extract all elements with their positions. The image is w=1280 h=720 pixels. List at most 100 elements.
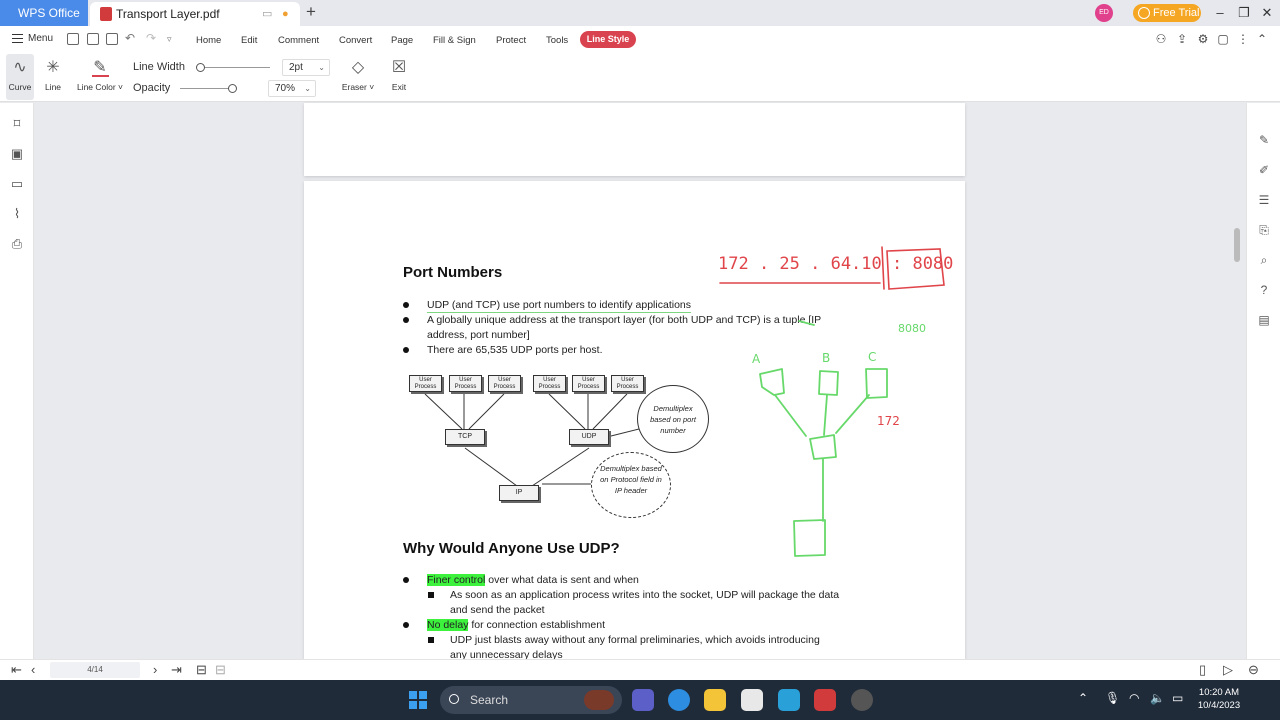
windows-taskbar: Search ⌃ 🎙 ◠ 🔈 ▭ 10:20 AM 10/4/2023 <box>0 680 1280 720</box>
line-width-dropdown[interactable]: 2pt ⌄ <box>282 59 330 76</box>
store-icon[interactable] <box>741 689 763 711</box>
free-trial-button[interactable]: Free Trial <box>1133 4 1201 22</box>
line-icon: ✳ <box>46 59 60 76</box>
edge-icon[interactable] <box>668 689 690 711</box>
menu-tools[interactable]: Tools <box>546 35 568 46</box>
menu-button[interactable]: Menu <box>12 33 53 44</box>
first-page-icon[interactable]: ⇤ <box>11 662 22 678</box>
document-tab[interactable]: Transport Layer.pdf ▭ ● <box>90 2 300 26</box>
unsaved-dot-icon[interactable]: ● <box>282 2 289 26</box>
user-process-box: User Process <box>409 375 442 392</box>
teams-icon[interactable] <box>632 689 654 711</box>
search-doc-icon[interactable]: ⌕ <box>1257 253 1271 267</box>
collaborate-icon[interactable]: ⚇ <box>1154 32 1168 46</box>
menu-page[interactable]: Page <box>391 35 413 46</box>
new-tab-plus-icon[interactable]: + <box>306 2 316 22</box>
menu-bar: Menu ↶ ↷ ▿ Home Edit Comment Convert Pag… <box>0 26 1280 54</box>
previous-page <box>304 103 965 176</box>
prev-page-icon[interactable]: ‹ <box>31 662 35 677</box>
line-tool[interactable]: ✳ Line <box>39 54 67 100</box>
user-process-box: User Process <box>533 375 566 392</box>
opacity-dropdown[interactable]: 70% ⌄ <box>268 80 316 97</box>
menu-line-style[interactable]: Line Style <box>580 31 636 48</box>
tray-expand-icon[interactable]: ⌃ <box>1078 691 1088 705</box>
file-explorer-icon[interactable] <box>704 689 726 711</box>
bullet-dot <box>403 317 409 323</box>
menu-edit[interactable]: Edit <box>241 35 257 46</box>
exit-tool[interactable]: ☒ Exit <box>386 54 412 100</box>
menu-home[interactable]: Home <box>196 35 221 46</box>
thumbnail-icon[interactable]: ▣ <box>10 147 24 161</box>
win-tile <box>419 691 427 699</box>
page-number-input[interactable]: 4/14 <box>50 662 140 678</box>
bullet-text: No delay for connection establishment <box>427 618 605 632</box>
line-color-tool[interactable]: ✎ Line Color ˅ <box>74 54 126 100</box>
restore-icon[interactable]: ❐ <box>1234 3 1254 23</box>
eraser-tool[interactable]: ◇ Eraser ˅ <box>338 54 378 100</box>
scrollbar-thumb[interactable] <box>1234 228 1240 262</box>
annotate-pen-icon[interactable]: ✐ <box>1257 163 1271 177</box>
line-width-slider-knob[interactable] <box>196 63 205 72</box>
play-icon[interactable]: ▷ <box>1223 662 1233 678</box>
exit-icon: ☒ <box>391 59 407 76</box>
ink-port-note: 8080 <box>898 322 926 335</box>
more-icon[interactable]: ⋮ <box>1236 32 1250 46</box>
bookmark-icon[interactable]: ⌑ <box>10 117 24 131</box>
customize-chevron-icon[interactable]: ▿ <box>167 34 172 45</box>
help-icon[interactable]: ? <box>1257 283 1271 297</box>
forward-icon[interactable]: ⊟ <box>215 662 226 678</box>
save-icon[interactable] <box>87 33 99 45</box>
vertical-scrollbar[interactable] <box>1233 103 1245 659</box>
menu-convert[interactable]: Convert <box>339 35 372 46</box>
right-sidebar: ✎ ✐ ☰ ⎘ ⌕ ? ▤ <box>1246 103 1280 659</box>
wps-office-tab[interactable]: WPS Office <box>0 0 88 26</box>
menu-protect[interactable]: Protect <box>496 35 526 46</box>
wifi-icon[interactable]: ◠ <box>1129 691 1139 705</box>
back-icon[interactable]: ⊟ <box>196 662 207 678</box>
search-icon <box>449 694 459 704</box>
wps-icon[interactable] <box>814 689 836 711</box>
open-folder-icon[interactable] <box>67 33 79 45</box>
share-icon[interactable]: ⇪ <box>1175 32 1189 46</box>
last-page-icon[interactable]: ⇥ <box>171 662 182 678</box>
sub-bullet-square <box>428 637 434 643</box>
redo-icon[interactable]: ↷ <box>146 31 156 45</box>
undo-icon[interactable]: ↶ <box>125 31 135 45</box>
close-icon[interactable]: ✕ <box>1257 3 1277 23</box>
taskbar-search[interactable]: Search <box>440 686 622 714</box>
next-page-icon[interactable]: › <box>153 662 157 677</box>
zoom-out-icon[interactable]: ⊖ <box>1248 662 1259 678</box>
microphone-icon[interactable]: 🎙 <box>1105 691 1120 705</box>
menu-fill-sign[interactable]: Fill & Sign <box>433 35 476 46</box>
minimize-icon[interactable]: – <box>1210 3 1230 23</box>
settings-icon[interactable]: ⚙ <box>1196 32 1210 46</box>
obs-icon[interactable] <box>851 689 873 711</box>
avatar[interactable]: ED <box>1095 4 1113 22</box>
l-app-icon[interactable] <box>778 689 800 711</box>
tab-window-icon[interactable]: ▭ <box>262 2 272 26</box>
taskbar-clock[interactable]: 10:20 AM 10/4/2023 <box>1196 686 1242 712</box>
collapse-chevron-icon[interactable]: ⌃ <box>1255 32 1269 46</box>
properties-icon[interactable]: ▤ <box>1257 313 1271 327</box>
crown-icon <box>1138 7 1150 19</box>
read-mode-icon[interactable]: ▯ <box>1199 662 1206 678</box>
edit-icon[interactable]: ✎ <box>1257 133 1271 147</box>
free-trial-label: Free Trial <box>1153 7 1200 19</box>
opacity-slider-track[interactable] <box>180 88 232 89</box>
line-width-slider-track[interactable] <box>200 67 270 68</box>
signature-icon[interactable]: ⎙ <box>10 237 24 251</box>
battery-icon[interactable]: ▭ <box>1172 691 1183 705</box>
layout-icon[interactable]: ☰ <box>1257 193 1271 207</box>
print-icon[interactable] <box>106 33 118 45</box>
curve-tool[interactable]: ∿ Curve <box>6 54 34 100</box>
translate-icon[interactable]: ⎘ <box>1257 223 1271 237</box>
taskbar-search-label: Search <box>470 693 509 707</box>
opacity-value: 70% <box>275 83 296 94</box>
windows-start-icon[interactable] <box>409 691 427 709</box>
opacity-slider-knob[interactable] <box>228 84 237 93</box>
speaker-muted-icon[interactable]: 🔈 <box>1150 691 1165 705</box>
menu-comment[interactable]: Comment <box>278 35 319 46</box>
comments-icon[interactable]: ▭ <box>10 177 24 191</box>
attachment-icon[interactable]: ⌇ <box>10 207 24 221</box>
comment-icon[interactable]: ▢ <box>1216 32 1230 46</box>
